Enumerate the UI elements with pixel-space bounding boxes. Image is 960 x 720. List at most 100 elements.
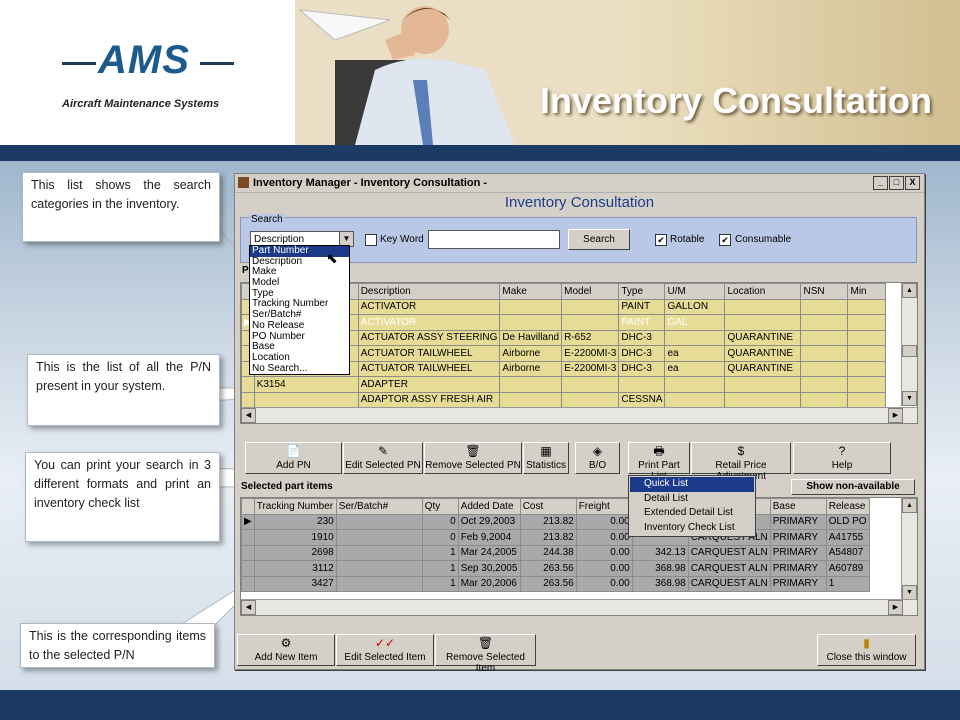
businessman-photo: [295, 0, 595, 145]
parts-col-min[interactable]: Min: [847, 283, 887, 300]
parts-col-um[interactable]: U/M: [664, 283, 726, 300]
edit-icon: ✎: [377, 444, 389, 458]
table-row-selected[interactable]: ▶ 230 0 Oct 29,2003 213.82 0.00 PRIMARY OLD PO: [241, 513, 870, 530]
mouse-cursor-icon: ⬉: [326, 250, 338, 266]
close-window-button[interactable]: X: [905, 176, 920, 190]
print-format-menu[interactable]: Quick List Detail List Extended Detail L…: [628, 475, 756, 537]
print-menu-item[interactable]: Inventory Check List: [630, 521, 754, 536]
items-vscroll[interactable]: ▲ ▼: [901, 498, 917, 600]
maximize-button[interactable]: □: [889, 176, 904, 190]
consumable-checkbox[interactable]: ✔: [719, 234, 731, 246]
add-pn-button[interactable]: 📄 Add PN: [245, 442, 342, 474]
parts-col-nsn[interactable]: NSN: [800, 283, 849, 300]
items-col-added[interactable]: Added Date: [457, 498, 521, 515]
rotable-label: Rotable: [670, 234, 705, 245]
table-row[interactable]: ADAPTOR ASSY FRESH AIR CESSNA: [241, 391, 887, 408]
callout-selected-items: This is the corresponding items to the s…: [20, 623, 215, 668]
search-button[interactable]: Search: [568, 229, 630, 250]
statistics-button[interactable]: ▦ Statistics: [523, 442, 569, 474]
window-heading: Inventory Consultation: [504, 194, 655, 211]
consumable-label: Consumable: [735, 234, 792, 245]
dropdown-option[interactable]: Location: [250, 352, 349, 364]
header-divider: [0, 145, 960, 161]
grid-header: [241, 498, 255, 515]
edit-item-button[interactable]: ✓✓ Edit Selected Item: [336, 634, 434, 666]
table-row[interactable]: K3154 ADAPTER: [241, 376, 887, 393]
show-nonavailable-button[interactable]: Show non-available: [791, 479, 915, 495]
items-col-serbatch[interactable]: Ser/Batch#: [335, 498, 423, 515]
print-menu-item[interactable]: Detail List: [630, 492, 754, 507]
window-title: Inventory Manager - Inventory Consultati…: [253, 177, 488, 189]
keyword-label: Key Word: [380, 234, 424, 245]
keyword-checkbox[interactable]: [365, 234, 377, 246]
bo-icon: ◈: [592, 444, 603, 458]
scroll-down-icon[interactable]: ▼: [902, 391, 917, 406]
parts-hscroll[interactable]: ◀ ▶: [241, 407, 917, 423]
slide-title: Inventory Consultation: [540, 80, 933, 121]
callout-search-categories: This list shows the search categories in…: [22, 172, 220, 242]
dropdown-option[interactable]: No Release: [250, 320, 349, 332]
print-menu-item[interactable]: Quick List: [630, 477, 754, 492]
dropdown-option[interactable]: No Search...: [250, 363, 349, 375]
chevron-down-icon[interactable]: ▼: [339, 232, 353, 246]
selected-items-caption: Selected part items: [241, 481, 333, 492]
add-icon: 📄: [286, 444, 301, 458]
table-row[interactable]: 1910 0 Feb 9,2004 213.82 0.00 CARQUEST ALN PRI…: [241, 529, 870, 546]
items-col-cost[interactable]: Cost: [519, 498, 577, 515]
rotable-checkbox[interactable]: ✔: [655, 234, 667, 246]
logo-word: AMS: [98, 38, 190, 82]
trash-icon: 🗑: [465, 444, 481, 458]
items-grid[interactable]: Tracking Number Ser/Batch# Qty Added Dat…: [240, 497, 918, 616]
items-hscroll[interactable]: ◀ ▶: [241, 599, 917, 615]
callout-pn-list: This is the list of all the P/N present …: [27, 354, 220, 426]
add-new-item-button[interactable]: ⚙ Add New Item: [237, 634, 335, 666]
minimize-button[interactable]: _: [873, 176, 888, 190]
parts-col-location[interactable]: Location: [724, 283, 802, 300]
check-icon: ✓✓: [374, 636, 396, 650]
parts-vscroll[interactable]: ▲ ▼: [901, 283, 917, 406]
items-col-freight[interactable]: Freight: [575, 498, 633, 515]
scroll-up-icon[interactable]: ▲: [902, 498, 917, 513]
scroll-left-icon[interactable]: ◀: [241, 600, 256, 615]
search-category-value: Description: [254, 234, 305, 245]
table-row[interactable]: 3427 1 Mar 20,2006 263.56 0.00 368.98 CARQUEST…: [241, 575, 870, 592]
scroll-up-icon[interactable]: ▲: [902, 283, 917, 298]
scroll-right-icon[interactable]: ▶: [888, 408, 903, 423]
table-row[interactable]: 3112 1 Sep 30,2005 263.56 0.00 368.98 CARQUEST…: [241, 560, 870, 577]
parts-col-description[interactable]: Description: [357, 283, 501, 300]
parts-col-type[interactable]: Type: [618, 283, 666, 300]
items-col-base[interactable]: Base: [769, 498, 827, 515]
app-icon: [238, 177, 249, 188]
scroll-down-icon[interactable]: ▼: [902, 585, 917, 600]
printer-icon: 🖶: [653, 444, 665, 458]
items-col-release[interactable]: Release: [825, 498, 870, 515]
parts-caption: P: [242, 265, 249, 276]
help-button[interactable]: ? Help: [793, 442, 891, 474]
edit-pn-button[interactable]: ✎ Edit Selected PN: [343, 442, 423, 474]
close-window-bottom-button[interactable]: ▮ Close this window: [817, 634, 916, 666]
bo-button[interactable]: ◈ B/O: [575, 442, 620, 474]
keyword-input[interactable]: [428, 230, 560, 249]
logo-line-right: [200, 62, 234, 65]
items-col-tracking[interactable]: Tracking Number: [253, 498, 337, 515]
parts-col-model[interactable]: Model: [561, 283, 620, 300]
window-titlebar: Inventory Manager - Inventory Consultati…: [235, 174, 924, 193]
callout-print-formats: You can print your search in 3 different…: [25, 452, 220, 542]
retail-price-button[interactable]: $Retail Price Adjustment: [691, 442, 791, 482]
table-row[interactable]: 2698 1 Mar 24,2005 244.38 0.00 342.13 CARQUEST…: [241, 544, 870, 561]
logo-line-left: [62, 62, 96, 65]
scroll-thumb[interactable]: [902, 345, 917, 357]
footer-bar: [0, 690, 960, 720]
calculator-icon: ▦: [540, 444, 552, 458]
print-menu-item[interactable]: Extended Detail List: [630, 506, 754, 521]
remove-item-button[interactable]: 🗑 Remove Selected Item: [435, 634, 536, 674]
door-icon: ▮: [863, 636, 870, 650]
scroll-left-icon[interactable]: ◀: [241, 408, 256, 423]
remove-pn-button[interactable]: 🗑 Remove Selected PN: [424, 442, 522, 474]
scroll-right-icon[interactable]: ▶: [888, 600, 903, 615]
parts-col-make[interactable]: Make: [499, 283, 563, 300]
trash-icon: 🗑: [477, 636, 494, 650]
price-icon: $: [737, 444, 745, 458]
items-col-qty[interactable]: Qty: [421, 498, 459, 515]
print-part-list-button[interactable]: 🖶Print Part List: [628, 442, 690, 482]
